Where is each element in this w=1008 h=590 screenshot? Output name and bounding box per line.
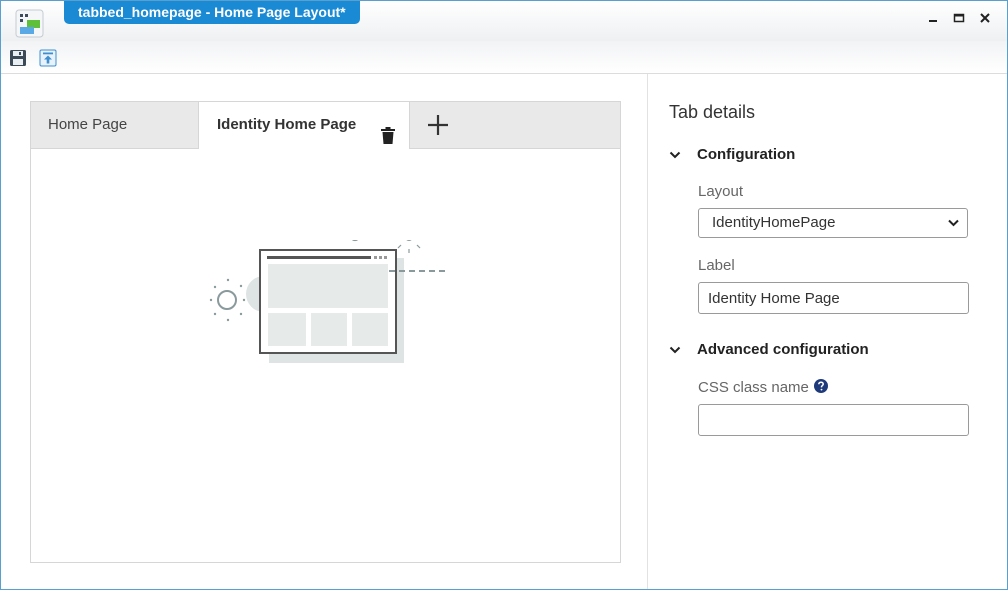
configuration-section-toggle[interactable]: Configuration bbox=[669, 146, 795, 163]
panel-title: Tab details bbox=[669, 102, 756, 122]
window-title: tabbed_homepage - Home Page Layout* bbox=[64, 1, 360, 24]
advanced-configuration-section-toggle[interactable]: Advanced configuration bbox=[669, 341, 869, 358]
publish-icon bbox=[39, 49, 57, 67]
tab-strip: Home Page Identity Home Page bbox=[31, 102, 620, 149]
delete-tab-button[interactable] bbox=[381, 117, 395, 144]
tab-label: Identity Home Page bbox=[217, 116, 357, 133]
chevron-down-icon bbox=[669, 346, 681, 353]
label-label: Label bbox=[698, 257, 735, 274]
chevron-down-icon bbox=[948, 219, 959, 227]
empty-layout-illustration bbox=[201, 221, 451, 390]
tab-identity-home-page[interactable]: Identity Home Page bbox=[198, 102, 410, 149]
chevron-down-icon bbox=[669, 151, 681, 158]
add-tab-button[interactable] bbox=[423, 110, 453, 140]
layout-canvas-pane: Home Page Identity Home Page bbox=[1, 74, 648, 589]
tab-home-page[interactable]: Home Page bbox=[31, 102, 198, 148]
tab-label: Home Page bbox=[48, 116, 128, 133]
section-heading: Configuration bbox=[697, 146, 796, 163]
toolbar bbox=[1, 41, 1007, 74]
app-window: tabbed_homepage - Home Page Layout* Home… bbox=[0, 0, 1008, 590]
minimize-icon bbox=[929, 20, 937, 22]
close-button[interactable] bbox=[977, 11, 993, 25]
section-heading: Advanced configuration bbox=[697, 341, 869, 358]
plus-icon bbox=[428, 115, 448, 135]
save-button[interactable] bbox=[9, 49, 27, 67]
tab-details-panel: Tab details Configuration Layout Identit… bbox=[648, 74, 1007, 589]
help-button[interactable] bbox=[814, 379, 828, 393]
publish-button[interactable] bbox=[39, 49, 57, 67]
maximize-icon bbox=[953, 13, 965, 23]
layout-select-value: IdentityHomePage bbox=[712, 214, 836, 231]
css-class-name-input[interactable] bbox=[698, 404, 969, 436]
question-mark-icon bbox=[814, 379, 828, 393]
window-controls bbox=[925, 11, 993, 25]
save-icon bbox=[10, 50, 26, 66]
maximize-button[interactable] bbox=[951, 11, 967, 25]
layout-label: Layout bbox=[698, 183, 744, 200]
minimize-button[interactable] bbox=[925, 11, 941, 25]
app-icon bbox=[15, 9, 45, 39]
tab-container: Home Page Identity Home Page bbox=[30, 101, 621, 563]
close-icon bbox=[980, 13, 990, 23]
trash-icon bbox=[381, 127, 395, 144]
label-input[interactable] bbox=[698, 282, 969, 314]
title-bar: tabbed_homepage - Home Page Layout* bbox=[1, 1, 1007, 41]
layout-select[interactable]: IdentityHomePage bbox=[698, 208, 968, 238]
css-class-name-label: CSS class name bbox=[698, 379, 809, 396]
